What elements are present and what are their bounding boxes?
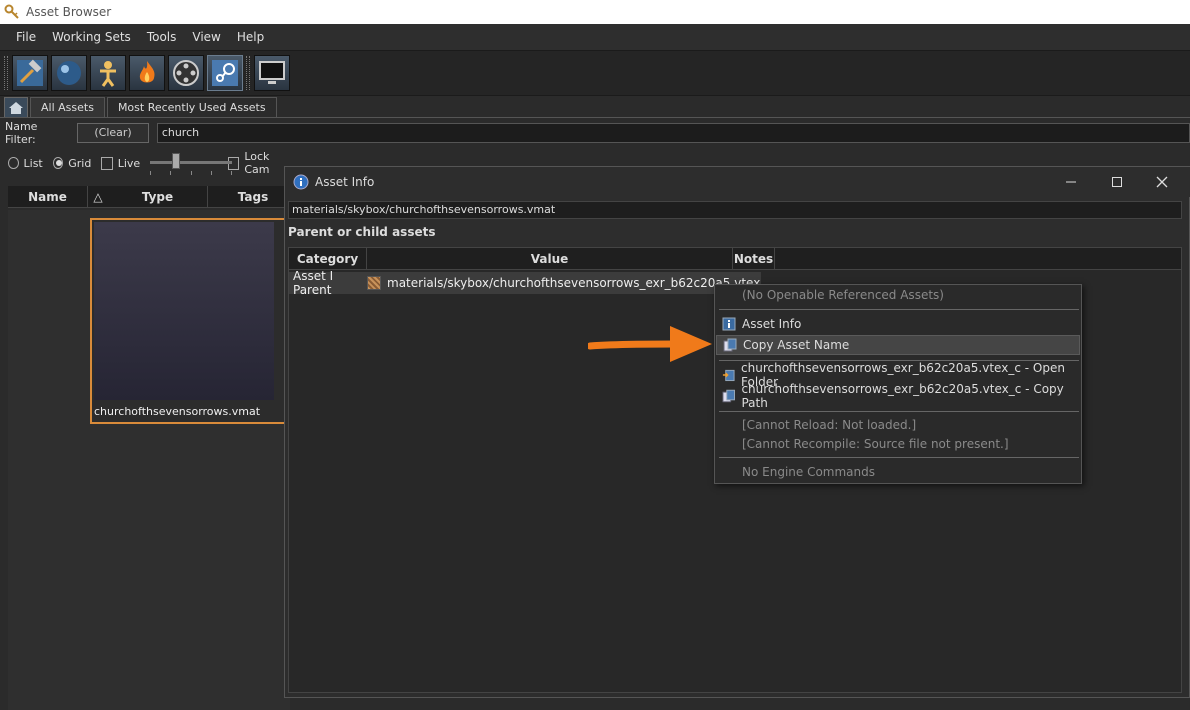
maximize-button[interactable]	[1107, 172, 1127, 192]
grid-radio[interactable]	[52, 157, 64, 169]
asset-list-header: Name △ Type Tags	[8, 186, 298, 208]
minimize-button[interactable]	[1061, 172, 1081, 192]
film-tool-button[interactable]	[168, 55, 204, 91]
view-options-row: List Grid Live Lock Cam	[0, 150, 290, 176]
row-value-text: materials/skybox/churchofthsevensorrows_…	[387, 276, 761, 290]
menu-separator	[719, 411, 1079, 412]
tab-all-assets[interactable]: All Assets	[30, 97, 105, 117]
name-filter-label: Name Filter:	[5, 120, 38, 146]
slider-thumb[interactable]	[172, 153, 181, 169]
hammer-icon	[17, 59, 43, 86]
person-icon	[100, 61, 116, 87]
menu-view[interactable]: View	[184, 26, 228, 48]
asset-thumbnail[interactable]: churchofthsevensorrows.vmat	[90, 218, 290, 424]
sphere-tool-button[interactable]	[51, 55, 87, 91]
fire-icon	[139, 61, 155, 83]
menu-item-copy-path[interactable]: churchofthsevensorrows_exr_b62c20a5.vtex…	[716, 382, 1080, 410]
info-icon	[293, 174, 309, 190]
window-title: Asset Browser	[26, 5, 112, 19]
grid-label: Grid	[68, 156, 92, 170]
asset-path-field[interactable]: materials/skybox/churchofthsevensorrows.…	[288, 201, 1182, 219]
menu-file[interactable]: File	[8, 26, 44, 48]
menu-bar: File Working Sets Tools View Help	[0, 24, 1190, 50]
menu-separator	[719, 309, 1079, 310]
model-tool-button[interactable]	[90, 55, 126, 91]
dialog-title: Asset Info	[315, 175, 375, 189]
home-tab[interactable]	[4, 97, 28, 117]
column-type[interactable]: Type	[108, 186, 208, 207]
close-button[interactable]	[1152, 172, 1172, 192]
film-reel-icon	[173, 60, 199, 86]
context-menu: (No Openable Referenced Assets) Asset In…	[714, 284, 1082, 484]
column-value[interactable]: Value	[367, 248, 733, 269]
toolbar-separator	[246, 56, 250, 90]
table-header: Category Value Notes	[289, 248, 1181, 270]
live-label: Live	[117, 156, 141, 170]
menu-item-cannot-reload: [Cannot Reload: Not loaded.]	[742, 418, 917, 432]
tab-bar: All Assets Most Recently Used Assets	[0, 96, 1190, 118]
title-bar: Asset Browser	[0, 0, 1190, 24]
texture-icon	[367, 276, 381, 290]
menu-item-cannot-recompile: [Cannot Recompile: Source file not prese…	[742, 437, 1009, 451]
section-title: Parent or child assets	[288, 225, 436, 239]
clear-filter-button[interactable]: (Clear)	[77, 123, 149, 143]
sort-ascending-icon[interactable]: △	[88, 186, 108, 207]
asset-grid: churchofthsevensorrows.vmat	[8, 210, 290, 710]
orange-arrow-annotation	[588, 326, 712, 362]
asset-thumbnail-label: churchofthsevensorrows.vmat	[94, 405, 261, 418]
home-icon	[9, 101, 23, 114]
menu-item-asset-info[interactable]: Asset Info	[716, 314, 1080, 334]
copy-icon	[723, 338, 737, 352]
name-filter-row: Name Filter: (Clear) church	[0, 120, 1190, 146]
table-row[interactable]: Asset I Parent materials/skybox/churchof…	[289, 269, 761, 297]
folder-icon	[722, 369, 735, 382]
menu-item-no-openable: (No Openable Referenced Assets)	[742, 288, 944, 302]
row-value: materials/skybox/churchofthsevensorrows_…	[367, 276, 760, 290]
close-icon	[1156, 176, 1168, 188]
name-filter-input[interactable]: church	[156, 123, 1190, 143]
column-name[interactable]: Name	[8, 186, 88, 207]
dialog-title-bar[interactable]: Asset Info	[285, 167, 1190, 197]
column-category[interactable]: Category	[289, 248, 367, 269]
menu-help[interactable]: Help	[229, 26, 272, 48]
sphere-icon	[57, 61, 81, 85]
info-icon	[722, 317, 736, 331]
particle-tool-button[interactable]	[129, 55, 165, 91]
menu-item-no-engine-commands: No Engine Commands	[742, 465, 876, 479]
tool-bar	[0, 50, 1190, 96]
monitor-icon	[259, 61, 285, 84]
menu-tools[interactable]: Tools	[139, 26, 185, 48]
tab-most-recently-used[interactable]: Most Recently Used Assets	[106, 97, 277, 117]
monitor-tool-button[interactable]	[254, 55, 290, 91]
row-category: Asset I Parent	[293, 269, 334, 297]
list-label: List	[23, 156, 43, 170]
menu-separator	[719, 457, 1079, 458]
steam-tool-button[interactable]	[207, 55, 243, 91]
minimize-icon	[1066, 181, 1076, 183]
thumbnail-size-slider[interactable]	[150, 153, 233, 175]
toolbar-grip[interactable]	[4, 56, 8, 90]
steam-icon	[212, 60, 238, 86]
copy-icon	[722, 389, 735, 403]
hammer-tool-button[interactable]	[12, 55, 48, 91]
menu-item-copy-asset-name[interactable]: Copy Asset Name	[716, 335, 1080, 355]
menu-working-sets[interactable]: Working Sets	[44, 26, 139, 48]
list-radio[interactable]	[8, 157, 19, 169]
maximize-icon	[1112, 177, 1122, 187]
column-notes[interactable]: Notes	[733, 248, 775, 269]
asset-preview-image	[94, 222, 274, 400]
live-checkbox[interactable]	[101, 156, 113, 170]
key-icon	[4, 4, 19, 19]
